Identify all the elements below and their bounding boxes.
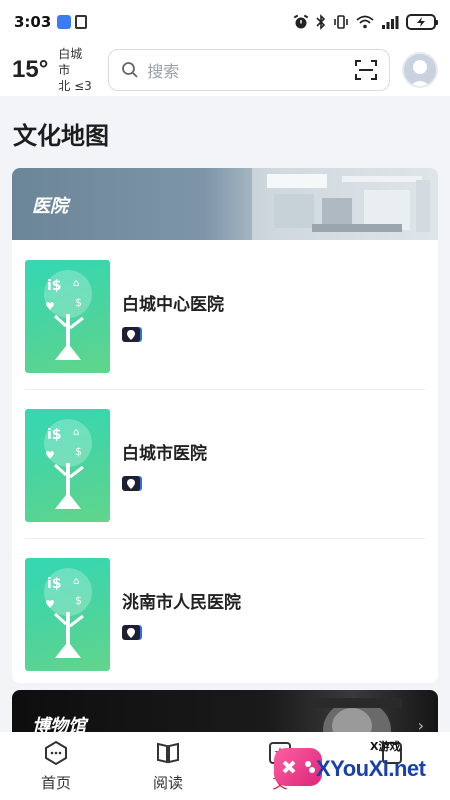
svg-text:⌂: ⌂ [73, 427, 79, 438]
section-title: 医院 [32, 196, 68, 217]
tree-thumbnail-image: i$ ⌂ $ ♥ [25, 408, 110, 522]
watermark: X游戏 XYouXi.net [274, 738, 444, 790]
item-title: 白城中心医院 [122, 295, 224, 315]
scan-icon[interactable] [355, 60, 378, 80]
location-pin-icon [122, 476, 140, 491]
svg-text:i$: i$ [47, 278, 62, 294]
top-header: 15° 白城市 北 ≤3 搜索 [0, 44, 450, 96]
list-item[interactable]: i$ ⌂ $ ♥ 白城市医院 [25, 407, 425, 523]
alarm-icon [293, 14, 309, 29]
gamepad-logo-icon [274, 748, 322, 786]
city-name: 白城市 [58, 47, 83, 77]
vibrate-icon [334, 15, 348, 29]
item-title: 白城市医院 [122, 444, 207, 464]
status-time: 3:03 [14, 13, 52, 31]
nav-label-home: 首页 [40, 774, 71, 792]
item-text: 白城中心医院 [122, 290, 224, 342]
wifi-icon [356, 15, 374, 29]
tree-thumbnail-image: i$ ⌂ $ ♥ [25, 259, 110, 373]
wind-info: 北 ≤3 [58, 79, 92, 93]
nfc-icon [75, 15, 88, 29]
nav-item-read[interactable]: 阅读 [112, 740, 224, 800]
temperature: 15° [12, 56, 49, 83]
bluetooth-icon [316, 14, 326, 30]
svg-text:⌂: ⌂ [73, 576, 79, 587]
user-avatar-icon[interactable] [402, 52, 438, 88]
search-input[interactable]: 搜索 [108, 49, 391, 91]
section-banner[interactable]: 医院 [12, 168, 438, 240]
nav-item-home[interactable]: 首页 [0, 740, 112, 800]
svg-text:♥: ♥ [45, 449, 55, 462]
item-title: 洮南市人民医院 [122, 593, 241, 613]
svg-text:i$: i$ [47, 576, 62, 592]
svg-text:$: $ [75, 445, 82, 458]
svg-text:⌂: ⌂ [73, 278, 79, 289]
list-item[interactable]: i$ ⌂ $ ♥ 洮南市人民医院 [25, 556, 425, 672]
tree-thumbnail-image: i$ ⌂ $ ♥ [25, 557, 110, 671]
watermark-text: XYouXi.net [316, 756, 426, 781]
search-placeholder: 搜索 [147, 62, 180, 81]
search-icon [122, 62, 138, 78]
weather-info: 白城市 北 ≤3 [58, 46, 94, 94]
svg-text:$: $ [75, 296, 82, 309]
hospital-section-card: 医院 i$ ⌂ $ ♥ 白城中心医院 i$ ⌂ $ ♥ 白城市医院 i$ ⌂ $ ♥ 洮南 [12, 168, 438, 683]
book-icon [157, 742, 179, 764]
nav-label-read: 阅读 [152, 774, 183, 792]
status-bar: 3:03 [0, 0, 450, 44]
status-left-icons [57, 15, 88, 29]
list-item[interactable]: i$ ⌂ $ ♥ 白城中心医院 [25, 258, 425, 374]
battery-charging-icon [406, 14, 438, 30]
home-icon [45, 740, 67, 766]
location-pin-icon [122, 625, 140, 640]
divider [25, 389, 425, 390]
item-text: 白城市医院 [122, 439, 207, 491]
svg-text:♥: ♥ [45, 598, 55, 611]
signal-icon [382, 16, 399, 29]
watermark-small-text: X游戏 [370, 740, 401, 753]
item-text: 洮南市人民医院 [122, 588, 241, 640]
status-right-icons [293, 14, 438, 30]
hospital-room-image [252, 168, 438, 240]
location-pin-icon [122, 327, 140, 342]
svg-text:$: $ [75, 594, 82, 607]
svg-text:i$: i$ [47, 427, 62, 443]
page-title: 文化地图 [13, 122, 109, 150]
app-notification-icon [57, 15, 72, 29]
svg-text:♥: ♥ [45, 300, 55, 313]
divider [25, 538, 425, 539]
